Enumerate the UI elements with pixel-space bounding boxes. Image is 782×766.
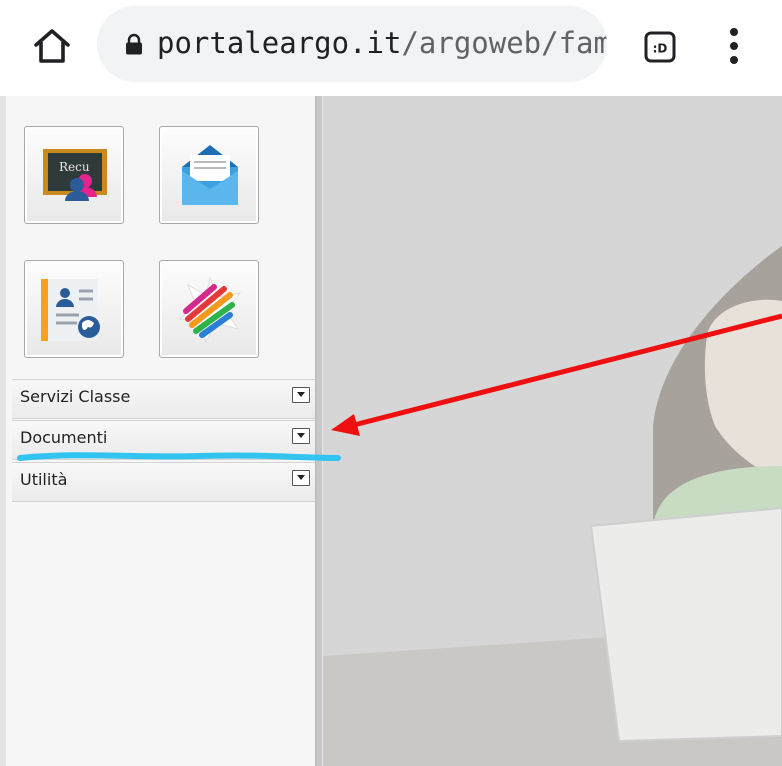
chevron-down-icon[interactable] xyxy=(292,470,310,486)
url-path: /argoweb/fam xyxy=(401,26,607,60)
background-illustration xyxy=(323,96,782,766)
app-mail-button[interactable] xyxy=(159,126,259,224)
section-label: Utilità xyxy=(20,470,68,489)
recu-label: Recu xyxy=(59,160,90,174)
sidebar: Recu Servizi Classe Documenti Utilità xyxy=(0,96,321,766)
home-icon[interactable] xyxy=(30,24,74,68)
url-domain: portaleargo.it xyxy=(157,26,402,60)
chevron-down-icon[interactable] xyxy=(292,428,310,444)
chevron-down-icon[interactable] xyxy=(292,387,310,403)
address-bar[interactable]: portaleargo.it/argoweb/fam xyxy=(97,6,607,82)
lock-icon xyxy=(125,33,143,55)
section-servizi-classe[interactable]: Servizi Classe xyxy=(12,379,321,419)
svg-text::D: :D xyxy=(653,42,668,56)
laptop xyxy=(589,506,782,743)
app-recupero-button[interactable]: Recu xyxy=(24,126,124,224)
page-area: Recu Servizi Classe Documenti Utilità xyxy=(0,96,782,766)
section-documenti[interactable]: Documenti xyxy=(12,420,321,460)
more-options-icon[interactable] xyxy=(722,22,746,70)
section-utilita[interactable]: Utilità xyxy=(12,462,321,502)
colorful-star-icon xyxy=(178,276,242,344)
contact-card-icon xyxy=(41,279,100,341)
envelope-icon xyxy=(182,145,238,205)
app-anagrafe-button[interactable] xyxy=(24,260,124,358)
url-text: portaleargo.it/argoweb/fam xyxy=(157,26,607,60)
app-creativity-button[interactable] xyxy=(159,260,259,358)
browser-toolbar: portaleargo.it/argoweb/fam :D xyxy=(0,0,782,96)
tab-switcher-icon[interactable]: :D xyxy=(640,27,680,67)
blackboard-icon: Recu xyxy=(43,149,107,201)
panel-splitter[interactable] xyxy=(315,96,323,766)
section-label: Documenti xyxy=(20,428,108,447)
section-label: Servizi Classe xyxy=(20,387,131,406)
